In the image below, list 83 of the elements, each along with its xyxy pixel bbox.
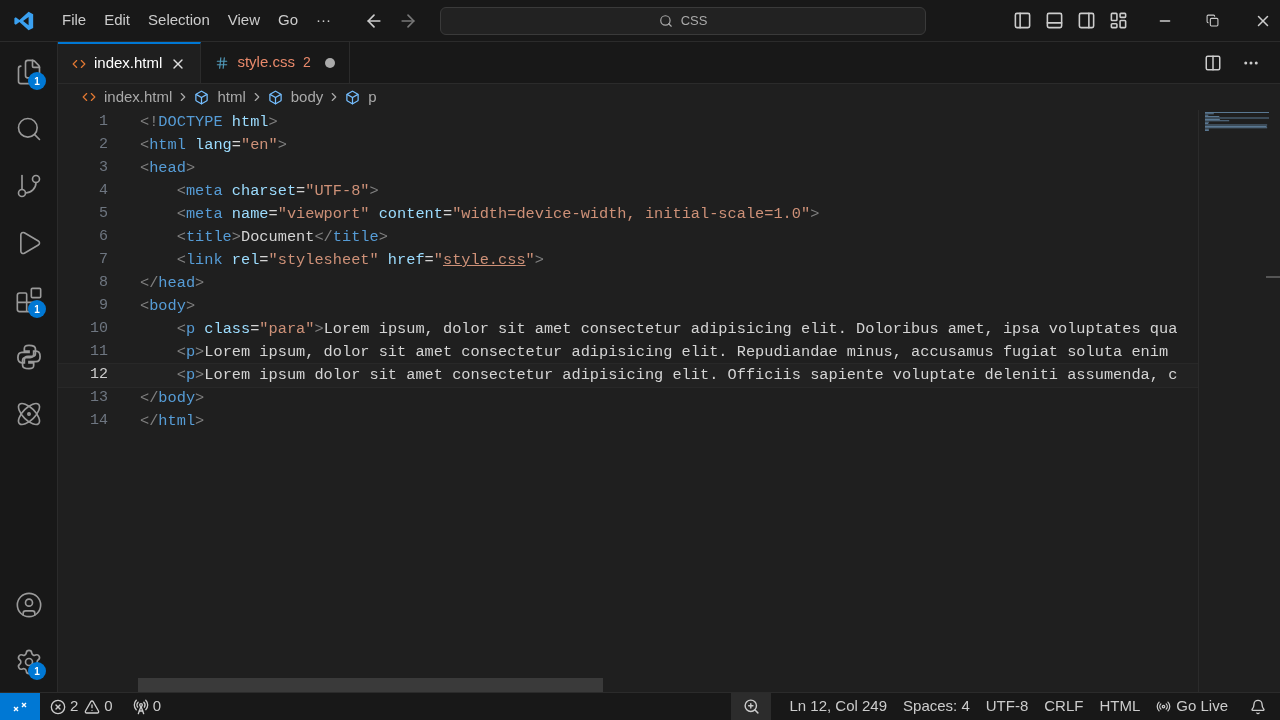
- breadcrumb-item[interactable]: index.html: [104, 85, 173, 109]
- command-search-field[interactable]: CSS: [440, 6, 926, 35]
- line-number: 5: [98, 204, 108, 225]
- line-number: 8: [98, 273, 108, 294]
- line-number: 13: [89, 388, 108, 409]
- app-logo-icon: [13, 9, 35, 32]
- zoom-in-icon: [743, 698, 760, 715]
- split-editor-icon[interactable]: [1204, 53, 1222, 72]
- line-number: 1: [98, 112, 108, 133]
- broadcast-icon: [1156, 699, 1172, 714]
- code-line: <meta name="viewport" content="width=device-width, initial-scale=1.0">: [175, 204, 820, 225]
- menu-item[interactable]: File: [53, 9, 96, 32]
- code-line: <p>Lorem ipsum, dolor sit amet consectetur adipisicing elit. Repudiandae minus, accusamus fugiat soluta enim: [175, 342, 1169, 363]
- notification-badge: 1: [28, 300, 46, 318]
- panel-left-icon[interactable]: [1013, 11, 1032, 30]
- account-icon[interactable]: [15, 590, 43, 619]
- minimap-drawing: [1205, 112, 1269, 132]
- search-icon: [658, 13, 673, 28]
- menu-item[interactable]: View: [218, 9, 269, 32]
- line-number: 6: [98, 227, 108, 248]
- problem-count: 2: [302, 53, 311, 72]
- line-number: 2: [98, 135, 108, 156]
- scrollbar[interactable]: [1266, 276, 1280, 278]
- error-icon: [50, 698, 66, 715]
- breadcrumb-item[interactable]: body: [290, 85, 324, 109]
- code-line: <title>Document</title>: [175, 227, 388, 248]
- code-line: <!DOCTYPE html>: [140, 112, 278, 133]
- panel-bottom-icon[interactable]: [1045, 11, 1064, 30]
- line-number: 9: [98, 296, 108, 317]
- status-item[interactable]: UTF-8: [977, 695, 1037, 718]
- code-line: <meta charset="UTF-8">: [175, 181, 379, 202]
- tab-label: index.html: [94, 53, 163, 74]
- breadcrumb-item[interactable]: p: [368, 85, 377, 109]
- code-line: <link rel="stylesheet" href="style.css">: [175, 250, 544, 271]
- line-number: 12: [89, 365, 108, 386]
- cube-icon: [345, 89, 361, 105]
- go-live-button[interactable]: Go Live: [1148, 695, 1236, 718]
- menu-item[interactable]: ···: [307, 9, 340, 32]
- menu-item[interactable]: Go: [269, 9, 307, 32]
- extensions-icon[interactable]: [15, 285, 43, 314]
- horizontal-scrollbar[interactable]: [138, 678, 603, 692]
- code-line: </head>: [140, 273, 205, 294]
- code-brackets-icon: [82, 90, 96, 104]
- status-item[interactable]: 2: [50, 695, 79, 718]
- status-item[interactable]: Ln 12, Col 249: [781, 695, 896, 718]
- status-item[interactable]: 0: [84, 695, 113, 718]
- line-number: 7: [98, 250, 108, 271]
- python-icon[interactable]: [15, 342, 43, 371]
- notification-badge: 1: [28, 662, 46, 680]
- hash-icon: [215, 55, 230, 70]
- zoom-button[interactable]: [731, 693, 772, 720]
- panel-right-icon[interactable]: [1077, 11, 1096, 30]
- editor-tab[interactable]: index.html: [58, 42, 202, 83]
- notification-badge: 1: [28, 72, 46, 90]
- code-line: <head>: [140, 158, 196, 179]
- status-item[interactable]: CRLF: [1036, 695, 1092, 718]
- code-line: <body>: [140, 296, 196, 317]
- menu-item[interactable]: Selection: [139, 9, 219, 32]
- status-item[interactable]: 0: [132, 695, 162, 718]
- warning-icon: [84, 698, 101, 715]
- files-icon[interactable]: [15, 57, 43, 86]
- line-number: 11: [89, 342, 108, 363]
- cube-icon: [194, 89, 210, 105]
- line-number: 4: [98, 181, 108, 202]
- line-number: 3: [98, 158, 108, 179]
- code-line: </body>: [140, 388, 205, 409]
- tab-label: style.css: [237, 52, 295, 73]
- code-line: <p class="para">Lorem ipsum, dolor sit amet consectetur adipisicing elit. Doloribus amet, ipsa voluptates qua: [175, 319, 1178, 340]
- cube-icon: [267, 89, 283, 105]
- line-number: 14: [89, 411, 108, 432]
- layout-icon[interactable]: [1109, 11, 1128, 30]
- antenna-icon: [132, 698, 149, 715]
- code-line: </html>: [140, 411, 205, 432]
- status-item[interactable]: Spaces: 4: [895, 695, 978, 718]
- line-number: 10: [89, 319, 108, 340]
- code-line: <p>Lorem ipsum dolor sit amet consectetur adipisicing elit. Officiis sapiente voluptate deleniti assumenda, c: [175, 365, 1178, 386]
- breadcrumb-item[interactable]: html: [217, 85, 246, 109]
- settings-icon[interactable]: [15, 647, 43, 676]
- status-item[interactable]: HTML: [1091, 695, 1149, 718]
- restore-icon[interactable]: [1206, 14, 1219, 27]
- code-line: <html lang="en">: [140, 135, 287, 156]
- bell-icon[interactable]: [1250, 698, 1266, 715]
- menu-item[interactable]: Edit: [95, 9, 140, 32]
